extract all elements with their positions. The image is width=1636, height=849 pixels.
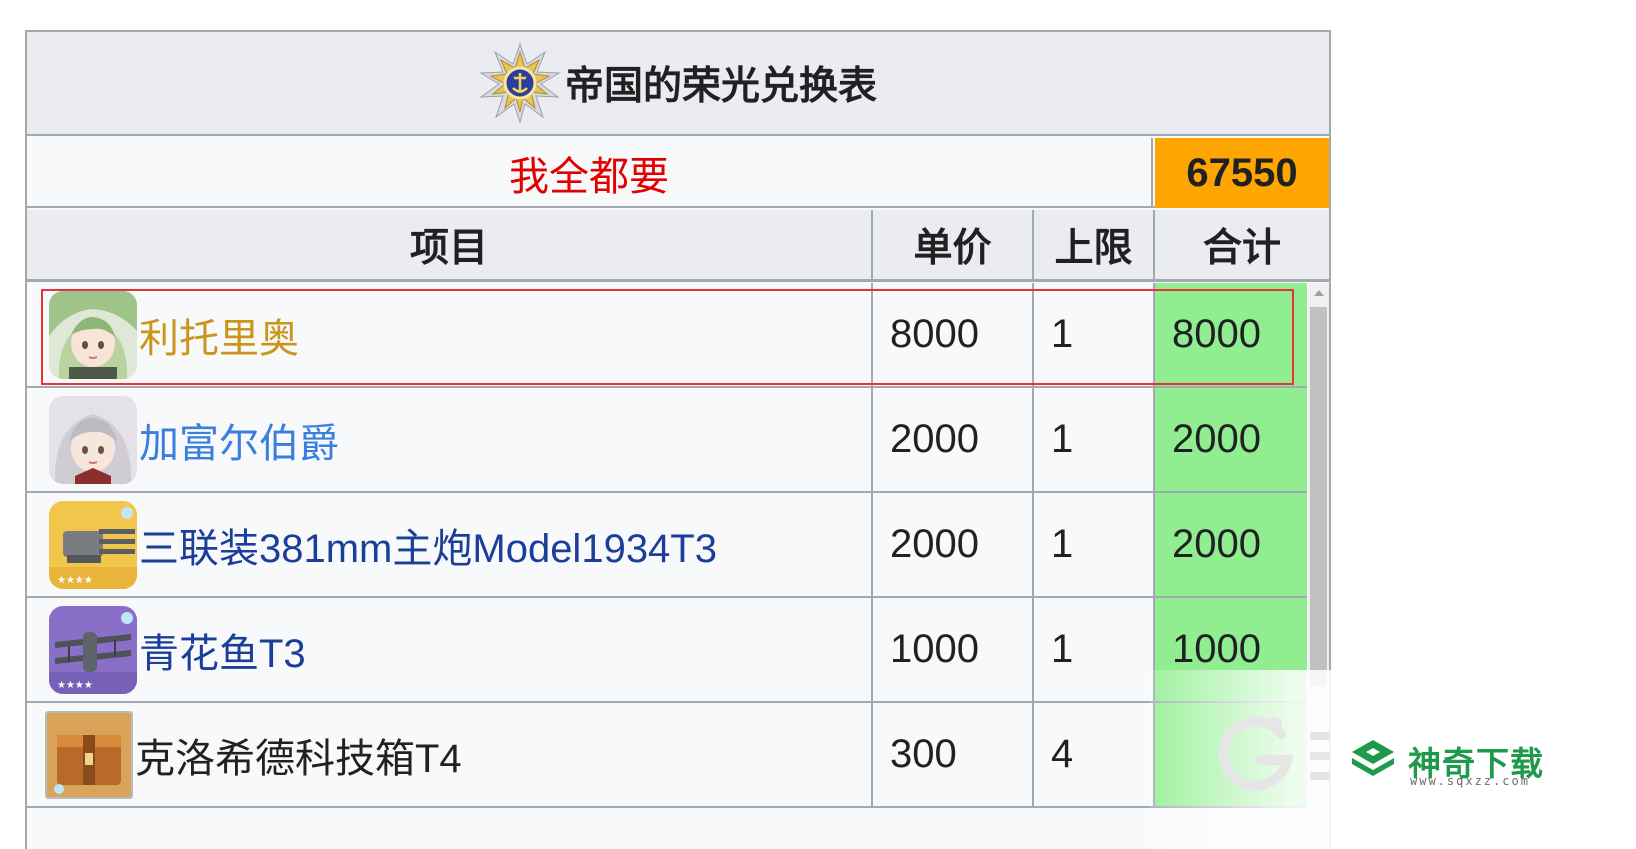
column-header-row: 项目 单价 上限 合计 [27, 210, 1329, 282]
watermark-g-icon [1218, 716, 1294, 791]
table-row[interactable]: 加富尔伯爵 2000 1 2000 [27, 388, 1307, 493]
watermark-bars-icon [1310, 732, 1330, 780]
watermark-url: www.sqxzz.com [1410, 774, 1530, 788]
item-cell: ★★★★ 青花鱼T3 [27, 598, 873, 701]
scrollbar-thumb[interactable] [1310, 307, 1327, 687]
item-link[interactable]: 加富尔伯爵 [139, 411, 339, 469]
tech-box-icon [45, 710, 133, 799]
biplane-icon: ★★★★ [49, 605, 137, 694]
character-portrait-icon [49, 395, 137, 484]
item-cell: 利托里奥 [27, 283, 873, 386]
unit-price-cell: 2000 [873, 493, 1034, 596]
table-row[interactable]: ★★★★ 三联装381mm主炮Model1934T3 2000 1 2000 [27, 493, 1307, 598]
character-portrait-icon [49, 290, 137, 379]
unit-price-cell: 8000 [873, 283, 1034, 386]
svg-text:★★★★: ★★★★ [57, 680, 93, 691]
unit-price-cell: 300 [873, 703, 1034, 806]
gun-turret-icon: ★★★★ [49, 500, 137, 589]
row-total-cell: 2000 [1155, 388, 1307, 491]
medal-icon [479, 42, 561, 124]
row-total-cell: 2000 [1155, 493, 1307, 596]
item-link[interactable]: 三联装381mm主炮Model1934T3 [139, 516, 717, 574]
item-name: 克洛希德科技箱T4 [135, 736, 462, 781]
item-cell: 克洛希德科技箱T4 [27, 703, 873, 806]
limit-cell: 4 [1034, 703, 1155, 806]
item-link[interactable]: 青花鱼T3 [139, 621, 306, 679]
exchange-table: 帝国的荣光兑换表 我全都要 67550 项目 单价 上限 合计 利托里奥 800… [25, 30, 1331, 849]
table-body: 利托里奥 8000 1 8000 加富尔伯爵 2000 1 2000 ★★★★ … [27, 283, 1329, 849]
row-total-cell: 8000 [1155, 283, 1307, 386]
site-watermark: 神奇下载 www.sqxzz.com [1150, 670, 1636, 849]
item-link[interactable]: 利托里奥 [139, 306, 299, 364]
table-title: 帝国的荣光兑换表 [564, 65, 877, 108]
scroll-up-arrow-icon[interactable] [1308, 287, 1329, 303]
item-cell: ★★★★ 三联装381mm主炮Model1934T3 [27, 493, 873, 596]
limit-cell: 1 [1034, 598, 1155, 701]
limit-cell: 1 [1034, 283, 1155, 386]
grand-total: 67550 [1155, 138, 1329, 208]
table-row[interactable]: ★★★★ 青花鱼T3 1000 1 1000 [27, 598, 1307, 703]
header-limit: 上限 [1034, 210, 1155, 280]
unit-price-cell: 1000 [873, 598, 1034, 701]
limit-cell: 1 [1034, 388, 1155, 491]
svg-text:★★★★: ★★★★ [57, 575, 93, 586]
shenqi-logo-icon [1352, 740, 1394, 776]
header-total: 合计 [1202, 227, 1281, 270]
header-unit-price: 单价 [873, 210, 1034, 280]
select-all-label[interactable]: 我全都要 [27, 138, 1153, 208]
unit-price-cell: 2000 [873, 388, 1034, 491]
table-row[interactable]: 利托里奥 8000 1 8000 [27, 283, 1307, 388]
item-cell: 加富尔伯爵 [27, 388, 873, 491]
header-item: 项目 [27, 210, 873, 280]
table-row[interactable]: 克洛希德科技箱T4 300 4 [27, 703, 1307, 808]
limit-cell: 1 [1034, 493, 1155, 596]
table-title-row: 帝国的荣光兑换表 [27, 32, 1329, 136]
summary-row: 我全都要 67550 [27, 138, 1329, 208]
